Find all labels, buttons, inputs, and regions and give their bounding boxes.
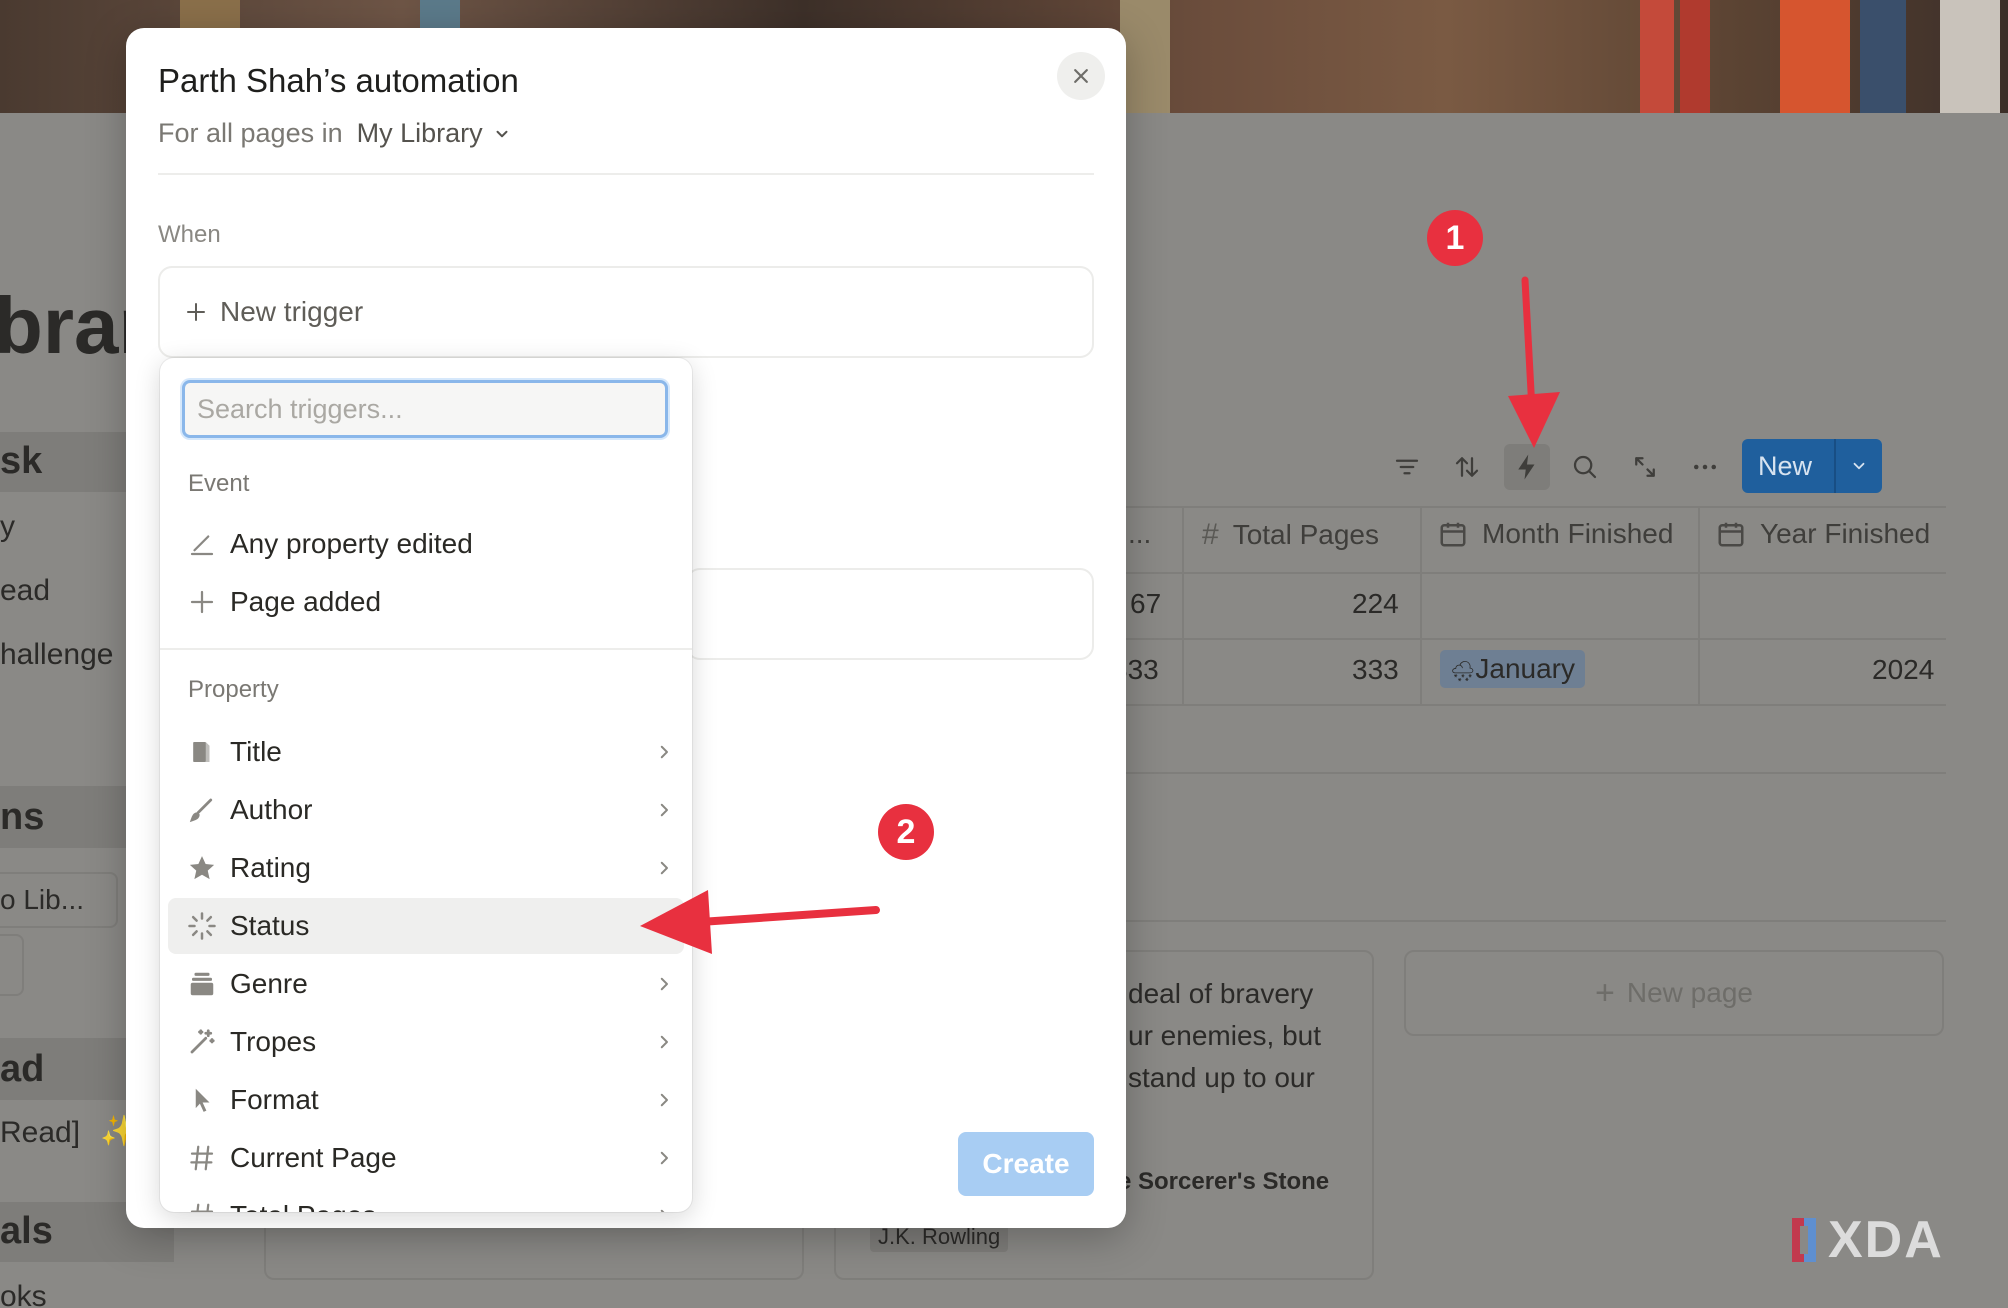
list-fragment: o Lib... <box>0 872 118 928</box>
number-icon <box>168 1201 228 1212</box>
status-spinner-icon <box>168 911 228 941</box>
number-icon: # <box>1202 518 1219 551</box>
card-text: deal of bravery <box>1128 978 1314 1009</box>
table-cell[interactable]: 67 <box>1130 588 1161 620</box>
new-page-card[interactable]: + New page <box>1404 950 1944 1036</box>
trigger-property-genre[interactable]: Genre <box>168 956 684 1012</box>
create-button[interactable]: Create <box>958 1132 1094 1196</box>
stack-icon <box>168 969 228 999</box>
close-button[interactable] <box>1057 52 1105 100</box>
table-cell[interactable]: 333 <box>1352 654 1399 686</box>
more-icon[interactable] <box>1682 444 1728 490</box>
book-icon <box>168 737 228 767</box>
section-fragment: ns <box>0 796 45 838</box>
trigger-property-status[interactable]: Status <box>168 898 684 954</box>
chevron-down-icon[interactable] <box>1836 457 1882 475</box>
trigger-property-title[interactable]: Title <box>168 724 684 780</box>
list-fragment: ead <box>0 574 51 607</box>
list-fragment: Read] <box>0 1116 81 1149</box>
calendar-icon <box>1718 522 1744 547</box>
annotation-badge-2: 2 <box>878 804 934 860</box>
column-header-month-finished[interactable]: Month Finished <box>1438 518 1673 550</box>
scope-prefix: For all pages in <box>158 118 343 148</box>
trigger-dropdown: Event Any property edited Page added Pro… <box>160 358 692 1212</box>
calendar-icon <box>1440 522 1466 547</box>
list-fragment: oks <box>0 1280 47 1308</box>
close-icon <box>1074 69 1088 83</box>
modal-title: Parth Shah’s automation <box>158 62 519 99</box>
chevron-right-icon <box>644 975 684 993</box>
plus-icon <box>168 587 228 617</box>
magic-wand-icon <box>168 1027 228 1057</box>
trigger-property-total-pages[interactable]: Total Pages <box>168 1188 684 1212</box>
chevron-right-icon <box>644 1091 684 1109</box>
search-triggers-input[interactable] <box>182 380 668 438</box>
section-fragment: ad <box>0 1048 45 1090</box>
cursor-icon <box>168 1085 228 1115</box>
property-section-label: Property <box>188 676 279 703</box>
trigger-property-current-page[interactable]: Current Page <box>168 1130 684 1186</box>
automation-icon[interactable] <box>1504 444 1550 490</box>
expand-icon[interactable] <box>1622 444 1668 490</box>
table-cell[interactable]: 224 <box>1352 588 1399 620</box>
chevron-right-icon <box>644 1033 684 1051</box>
chevron-right-icon <box>644 1207 684 1212</box>
event-section-label: Event <box>188 470 250 497</box>
search-icon[interactable] <box>1562 444 1608 490</box>
section-fragment: als <box>0 1210 53 1252</box>
trigger-page-added[interactable]: Page added <box>168 574 684 630</box>
list-fragment: hallenge <box>0 638 114 671</box>
xda-watermark: XDA <box>1784 1210 1944 1270</box>
list-fragment: y <box>0 510 15 543</box>
pencil-icon <box>168 529 228 559</box>
table-cell[interactable]: 2024 <box>1872 654 1934 686</box>
trigger-any-property-edited[interactable]: Any property edited <box>168 516 684 572</box>
annotation-badge-1: 1 <box>1427 210 1483 266</box>
chevron-right-icon <box>644 801 684 819</box>
column-header-total-pages[interactable]: # Total Pages <box>1202 518 1379 552</box>
trigger-property-rating[interactable]: Rating <box>168 840 684 896</box>
scope-database-selector[interactable]: My Library <box>357 118 511 149</box>
when-label: When <box>158 221 221 248</box>
star-icon <box>168 853 228 883</box>
filter-icon[interactable] <box>1384 444 1430 490</box>
month-tag[interactable]: 🌨January <box>1440 650 1586 688</box>
chevron-right-icon <box>644 1149 684 1167</box>
trigger-property-author[interactable]: Author <box>168 782 684 838</box>
automation-scope: For all pages in My Library <box>158 118 511 149</box>
new-button-label: New <box>1758 450 1813 481</box>
snow-icon: 🌨 <box>1450 661 1476 683</box>
column-header-year-finished[interactable]: Year Finished <box>1716 518 1930 550</box>
trigger-property-tropes[interactable]: Tropes <box>168 1014 684 1070</box>
brush-icon <box>168 795 228 825</box>
trigger-property-format[interactable]: Format <box>168 1072 684 1128</box>
section-fragment: sk <box>0 440 43 482</box>
chevron-down-icon <box>496 130 508 137</box>
card-title: e Sorcerer's Stone <box>1118 1168 1330 1195</box>
card-fragment <box>0 934 24 996</box>
card-text: ur enemies, but <box>1128 1020 1321 1051</box>
plus-icon <box>187 303 205 321</box>
new-trigger-button[interactable]: New trigger <box>158 266 1094 358</box>
chevron-right-icon <box>644 859 684 877</box>
chevron-right-icon <box>644 917 684 935</box>
card-text: stand up to our <box>1128 1062 1315 1093</box>
xda-logo-icon <box>1792 1218 1816 1262</box>
action-box[interactable] <box>686 568 1094 660</box>
number-icon <box>168 1143 228 1173</box>
new-page-button[interactable]: New <box>1742 439 1882 493</box>
column-header-truncated[interactable]: ... <box>1128 518 1151 550</box>
plus-icon: + <box>1595 973 1615 1012</box>
chevron-right-icon <box>644 743 684 761</box>
sort-icon[interactable] <box>1444 444 1490 490</box>
